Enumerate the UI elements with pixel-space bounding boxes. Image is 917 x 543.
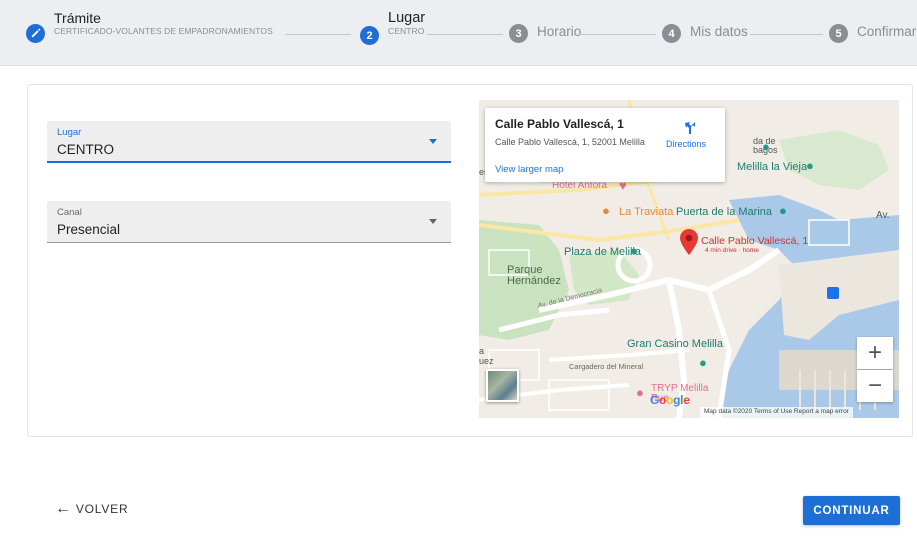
canal-select[interactable]: Canal Presencial (47, 201, 451, 243)
step-connector (579, 34, 656, 35)
restaurant-pin-icon: ● (602, 203, 610, 218)
map-marker-label: Calle Pablo Vallescá, 1 (701, 235, 809, 247)
map-label-traviata: La Traviata (619, 206, 674, 218)
popup-address: Calle Pablo Vallescá, 1, 52001 Melilla (495, 137, 645, 147)
map-label-uez: uez (479, 356, 494, 366)
step-confirmar[interactable]: 5 Confirmar (829, 10, 916, 43)
google-logo: Google (650, 393, 690, 407)
step-horario[interactable]: 3 Horario (509, 10, 581, 43)
continue-button[interactable]: CONTINUAR (803, 496, 900, 525)
step-number: 2 (360, 26, 379, 45)
step-tramite-title: Trámite (54, 10, 101, 26)
chevron-down-icon (429, 139, 437, 144)
check-icon (26, 24, 45, 43)
map-label-melilla-vieja: Melilla la Vieja (737, 161, 808, 173)
lugar-select[interactable]: Lugar CENTRO (47, 121, 451, 163)
map-label-gran-casino: Gran Casino Melilla (627, 338, 723, 350)
step-number: 4 (662, 24, 681, 43)
lugar-label: Lugar (57, 127, 82, 138)
map-label-cargadero: Cargadero del Mineral (569, 362, 644, 371)
map-marker-sub: 4 min drive · home (705, 247, 759, 254)
step-mis-datos[interactable]: 4 Mis datos (662, 10, 748, 43)
popup-title: Calle Pablo Vallescá, 1 (495, 117, 624, 131)
parking-icon (827, 287, 839, 299)
step-lugar-title: Lugar (388, 10, 426, 26)
stepper: Trámite CERTIFICADO-VOLANTES DE EMPADRON… (0, 0, 917, 66)
zoom-out-button[interactable]: − (857, 370, 893, 402)
attraction-pin-icon: ● (699, 355, 707, 370)
step-tramite[interactable]: Trámite CERTIFICADO-VOLANTES DE EMPADRON… (26, 10, 273, 43)
step-lugar[interactable]: 2 Lugar CENTRO (360, 10, 425, 45)
step-connector (285, 34, 351, 35)
step-connector (750, 34, 823, 35)
step-confirmar-title: Confirmar (857, 24, 917, 39)
map-label-parque: Parque Hernández (507, 264, 561, 287)
map-attribution[interactable]: Map data ©2020 Terms of Use Report a map… (700, 407, 853, 418)
step-tramite-subtitle: CERTIFICADO-VOLANTES DE EMPADRONAMIENTOS (54, 26, 273, 36)
step-horario-title: Horario (537, 24, 582, 39)
step-mis-datos-title: Mis datos (690, 24, 748, 39)
back-label: VOLVER (75, 502, 129, 516)
step-connector (427, 34, 503, 35)
hotel-pin-icon: ● (636, 385, 644, 400)
map-label-a: a (479, 346, 485, 356)
arrow-left-icon: ← (55, 500, 72, 517)
location-pin-icon (680, 229, 698, 255)
attraction-pin-icon: ● (762, 139, 770, 154)
map-info-popup: Calle Pablo Vallescá, 1 Calle Pablo Vall… (485, 108, 725, 182)
directions-icon[interactable] (682, 120, 698, 136)
map-label-av: Av. (876, 210, 890, 221)
attraction-pin-icon: ● (806, 158, 814, 173)
step-lugar-subtitle: CENTRO (388, 26, 425, 36)
step-number: 5 (829, 24, 848, 43)
attraction-pin-icon: ● (630, 243, 638, 258)
zoom-in-button[interactable]: + (857, 337, 893, 369)
view-larger-map-link[interactable]: View larger map (495, 164, 563, 175)
step-number: 3 (509, 24, 528, 43)
lugar-value: CENTRO (57, 142, 114, 157)
canal-value: Presencial (57, 222, 121, 237)
directions-link[interactable]: Directions (666, 139, 706, 149)
map-label-puerta: Puerta de la Marina (676, 206, 772, 218)
back-button[interactable]: ← VOLVER (55, 500, 129, 517)
attraction-pin-icon: ● (779, 203, 787, 218)
satellite-toggle-thumbnail[interactable] (486, 369, 519, 402)
chevron-down-icon (429, 219, 437, 224)
canal-label: Canal (57, 207, 82, 218)
